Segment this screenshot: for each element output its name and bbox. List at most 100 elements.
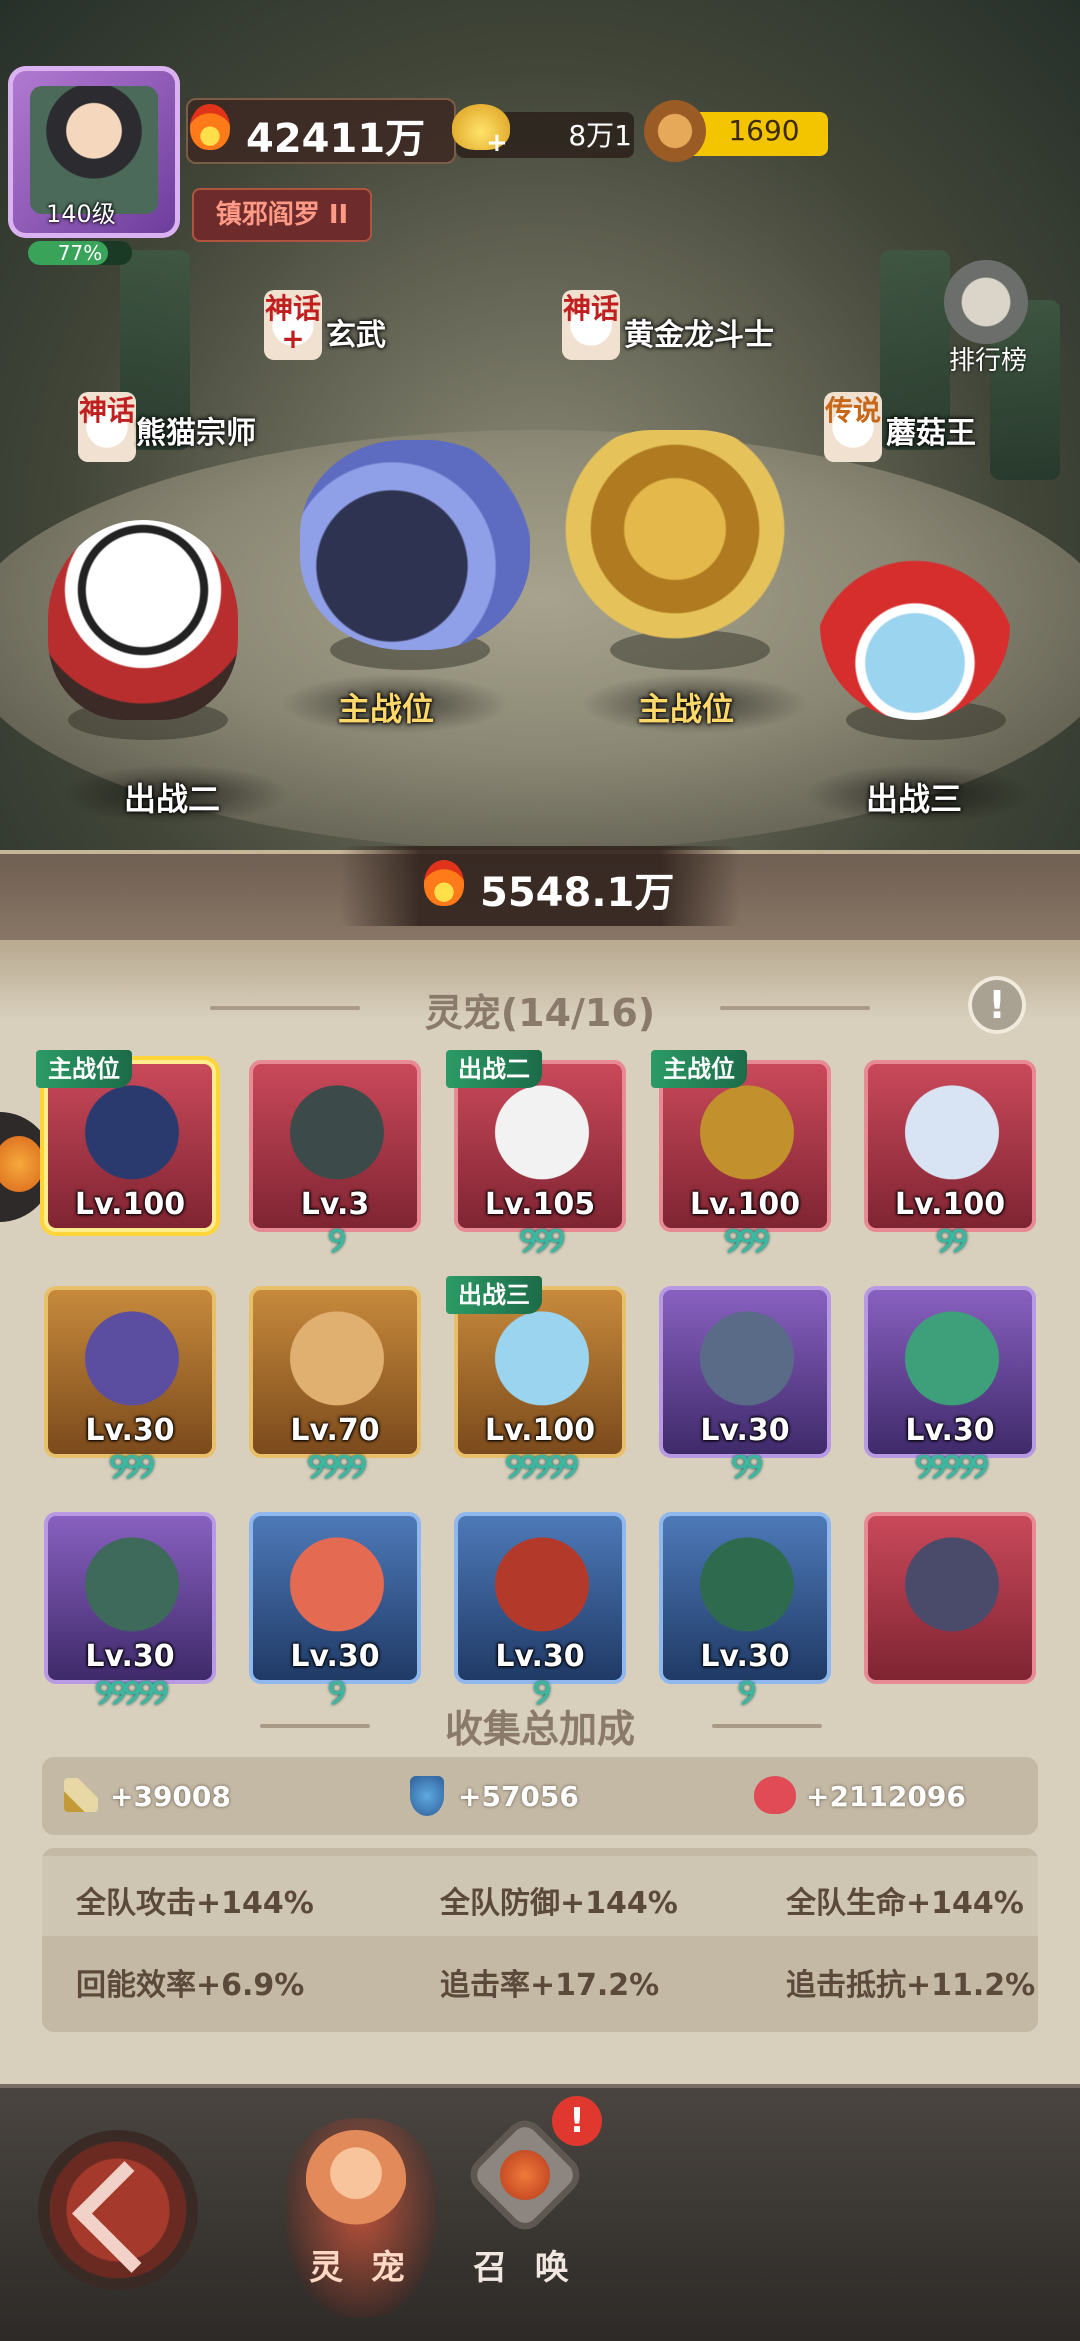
fire-icon xyxy=(424,860,464,906)
pet-level: Lv.100 xyxy=(484,1413,596,1448)
pet-portrait xyxy=(74,1082,190,1194)
player-level: 140级 xyxy=(46,200,116,228)
deploy-tag: 出战三 xyxy=(446,1276,542,1314)
summon-icon xyxy=(500,2150,550,2200)
pet-portrait xyxy=(894,1082,1010,1194)
notification-badge: ! xyxy=(552,2096,602,2146)
rarity-tag: 神话 xyxy=(78,392,136,462)
pet-level: Lv.100 xyxy=(689,1187,801,1222)
pet-card[interactable]: Lv.70 xyxy=(249,1286,421,1458)
exp-bar: 77% xyxy=(28,241,132,265)
pet-portrait xyxy=(74,1308,190,1420)
bonus-item: 回能效率+6.9% xyxy=(76,1968,305,2003)
hero-name: 玄武 xyxy=(326,318,386,353)
pets-section-title: 灵宠(14/16) xyxy=(424,991,656,1035)
pet-level: Lv.100 xyxy=(74,1187,186,1222)
star-icons: ୨୨୨ xyxy=(109,1446,155,1487)
pet-portrait xyxy=(279,1308,395,1420)
bonus-row: 回能效率+6.9% 追击率+17.2% 追击抵抗+11.2% xyxy=(42,1938,1038,2018)
pet-card[interactable]: Lv.30 xyxy=(659,1512,831,1684)
golden-dragon-warrior-sprite[interactable] xyxy=(560,430,790,650)
bonus-row: 全队攻击+144% 全队防御+144% 全队生命+144% xyxy=(42,1856,1038,1936)
star-icons: ୨ xyxy=(328,1220,346,1261)
pet-card[interactable]: Lv.30 xyxy=(659,1286,831,1458)
pet-card[interactable]: Lv.30 xyxy=(44,1286,216,1458)
pet-level: Lv.3 xyxy=(300,1187,370,1222)
slot-label: 主战位 xyxy=(638,690,735,728)
ranking-icon[interactable] xyxy=(944,260,1028,344)
pet-portrait xyxy=(484,1534,600,1646)
rarity-tag: 神话 xyxy=(562,290,620,360)
slot-label: 出战二 xyxy=(124,780,221,818)
slot-label: 出战三 xyxy=(866,780,963,818)
bonus-item: 追击率+17.2% xyxy=(440,1968,660,2003)
rarity-tag: 传说 xyxy=(824,392,882,462)
fire-icon xyxy=(190,104,230,150)
coin-icon xyxy=(644,100,706,162)
nav-summon-label[interactable]: 召 唤 xyxy=(450,2240,600,2289)
pet-portrait xyxy=(484,1082,600,1194)
pet-portrait xyxy=(894,1308,1010,1420)
exclamation-icon[interactable]: ! xyxy=(968,976,1026,1034)
star-icons: ୨୨୨ xyxy=(724,1220,770,1261)
pet-level: Lv.30 xyxy=(700,1413,790,1448)
rarity-tag: 神话+ xyxy=(264,290,322,360)
pet-level: Lv.100 xyxy=(894,1187,1006,1222)
mushroom-king-sprite[interactable] xyxy=(820,530,1010,720)
coin-amount: 1690 xyxy=(728,114,800,147)
nav-pets-label[interactable]: 灵 宠 xyxy=(286,2240,436,2289)
pet-portrait xyxy=(279,1534,395,1646)
bonus-item: 全队生命+144% xyxy=(786,1886,1024,1921)
star-icons: ୨୨ xyxy=(731,1446,763,1487)
pet-portrait xyxy=(74,1534,190,1646)
pet-level: Lv.30 xyxy=(905,1413,995,1448)
ranking-button-label[interactable]: 排行榜 xyxy=(938,340,1038,377)
player-power: 42411万 xyxy=(246,116,426,162)
player-title-badge[interactable]: 镇邪阎罗 II xyxy=(192,188,372,242)
pet-level: Lv.105 xyxy=(484,1187,596,1222)
pet-level: Lv.30 xyxy=(85,1413,175,1448)
pet-portrait xyxy=(689,1308,805,1420)
hero-name: 黄金龙斗士 xyxy=(624,318,774,353)
pet-portrait xyxy=(484,1308,600,1420)
exp-percent: 77% xyxy=(57,241,103,265)
pet-card[interactable]: Lv.30 xyxy=(454,1512,626,1684)
ingot-amount: 8万1 xyxy=(568,119,632,152)
deploy-tag: 主战位 xyxy=(36,1050,132,1088)
slot-label: 主战位 xyxy=(338,690,435,728)
star-icons: ୨ xyxy=(533,1672,551,1713)
pet-portrait xyxy=(689,1534,805,1646)
star-icons: ୨୨୨ xyxy=(519,1220,565,1261)
hp-total: +2112096 xyxy=(806,1780,966,1813)
star-icons: ୨୨୨୨ xyxy=(307,1446,367,1487)
defense-total: +57056 xyxy=(458,1780,579,1813)
panda-master-sprite[interactable] xyxy=(48,520,238,720)
pet-card[interactable]: Lv.100 xyxy=(864,1060,1036,1232)
pet-level: Lv.70 xyxy=(290,1413,380,1448)
star-icons: ୨ xyxy=(738,1672,756,1713)
heart-icon xyxy=(754,1776,796,1814)
star-icons: ୨୨୨୨୨ xyxy=(505,1446,579,1487)
star-icons: ୨ xyxy=(328,1672,346,1713)
deploy-tag: 出战二 xyxy=(446,1050,542,1088)
pet-card[interactable] xyxy=(864,1512,1036,1684)
sword-icon xyxy=(64,1778,98,1812)
pet-card[interactable]: Lv.3 xyxy=(249,1060,421,1232)
pet-card[interactable]: Lv.30 xyxy=(44,1512,216,1684)
star-icons: ୨୨୨୨୨ xyxy=(915,1446,989,1487)
team-power: 5548.1万 xyxy=(480,870,675,916)
xuanwu-sprite[interactable] xyxy=(300,440,530,650)
attack-total: +39008 xyxy=(110,1780,231,1813)
bonus-item: 全队防御+144% xyxy=(440,1886,678,1921)
hero-name: 蘑菇王 xyxy=(886,416,976,451)
pet-level: Lv.30 xyxy=(85,1639,175,1674)
bonus-list: 全队攻击+144% 全队防御+144% 全队生命+144% 回能效率+6.9% … xyxy=(42,1848,1038,2032)
pet-portrait xyxy=(279,1082,395,1194)
pet-level: Lv.30 xyxy=(495,1639,585,1674)
shield-icon xyxy=(410,1776,444,1816)
bonus-item: 全队攻击+144% xyxy=(76,1886,314,1921)
add-ingot-icon[interactable]: + xyxy=(486,128,508,158)
pet-card[interactable]: Lv.30 xyxy=(864,1286,1036,1458)
star-icons: ୨୨ xyxy=(936,1220,968,1261)
pet-card[interactable]: Lv.30 xyxy=(249,1512,421,1684)
